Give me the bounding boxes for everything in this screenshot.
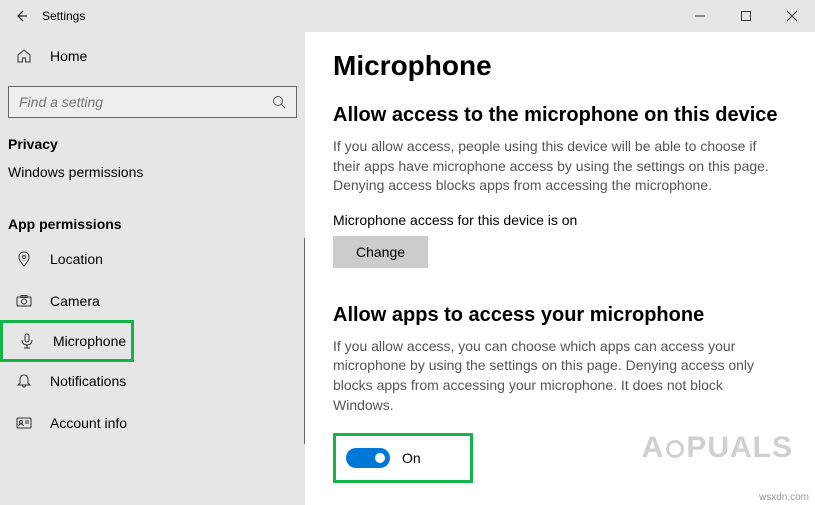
section-allow-device-desc: If you allow access, people using this d… [333,137,783,196]
app-permissions-list: Location Camera Microphone Notifications [0,238,305,444]
watermark: APUALS [642,431,793,465]
maximize-icon [741,11,751,21]
sidebar: Home Privacy Windows permissions App per… [0,32,305,505]
close-button[interactable] [769,0,815,32]
minimize-button[interactable] [677,0,723,32]
search-box[interactable] [8,86,297,118]
section-allow-apps-desc: If you allow access, you can choose whic… [333,337,783,415]
back-arrow-icon [14,9,28,23]
camera-icon [16,293,32,309]
minimize-icon [695,11,705,21]
sidebar-item-label: Microphone [53,333,126,349]
notifications-icon [16,373,32,389]
search-icon [272,95,286,109]
window-controls [677,0,815,32]
mic-access-status: Microphone access for this device is on [333,212,787,228]
sidebar-item-camera[interactable]: Camera [0,280,304,322]
account-info-icon [16,415,32,431]
home-nav-item[interactable]: Home [0,40,305,72]
sidebar-item-notifications[interactable]: Notifications [0,360,304,402]
toggle-label: On [402,450,421,466]
windows-permissions-link[interactable]: Windows permissions [0,158,305,194]
sidebar-item-label: Location [50,251,103,267]
credit-text: wsxdn.com [759,492,809,503]
sidebar-item-label: Camera [50,293,100,309]
home-icon [16,48,32,64]
close-icon [787,11,797,21]
sidebar-item-microphone[interactable]: Microphone [0,320,134,362]
location-icon [16,251,32,267]
sidebar-item-location[interactable]: Location [0,238,304,280]
title-bar: Settings [0,0,815,32]
sidebar-item-label: Notifications [50,373,126,389]
app-permissions-header: App permissions [0,194,305,238]
apps-access-toggle[interactable] [346,448,390,468]
section-allow-apps-title: Allow apps to access your microphone [333,304,787,327]
page-title: Microphone [333,50,787,82]
content-pane: Microphone Allow access to the microphon… [305,32,815,505]
privacy-header: Privacy [0,118,305,158]
microphone-icon [19,333,35,349]
apps-access-toggle-row: On [333,433,473,483]
sidebar-item-label: Account info [50,415,127,431]
sidebar-item-account-info[interactable]: Account info [0,402,304,444]
search-input[interactable] [19,94,272,110]
app-title: Settings [42,9,85,23]
maximize-button[interactable] [723,0,769,32]
back-button[interactable] [14,9,28,23]
home-label: Home [50,48,87,64]
section-allow-device-title: Allow access to the microphone on this d… [333,104,787,127]
change-button[interactable]: Change [333,236,428,268]
